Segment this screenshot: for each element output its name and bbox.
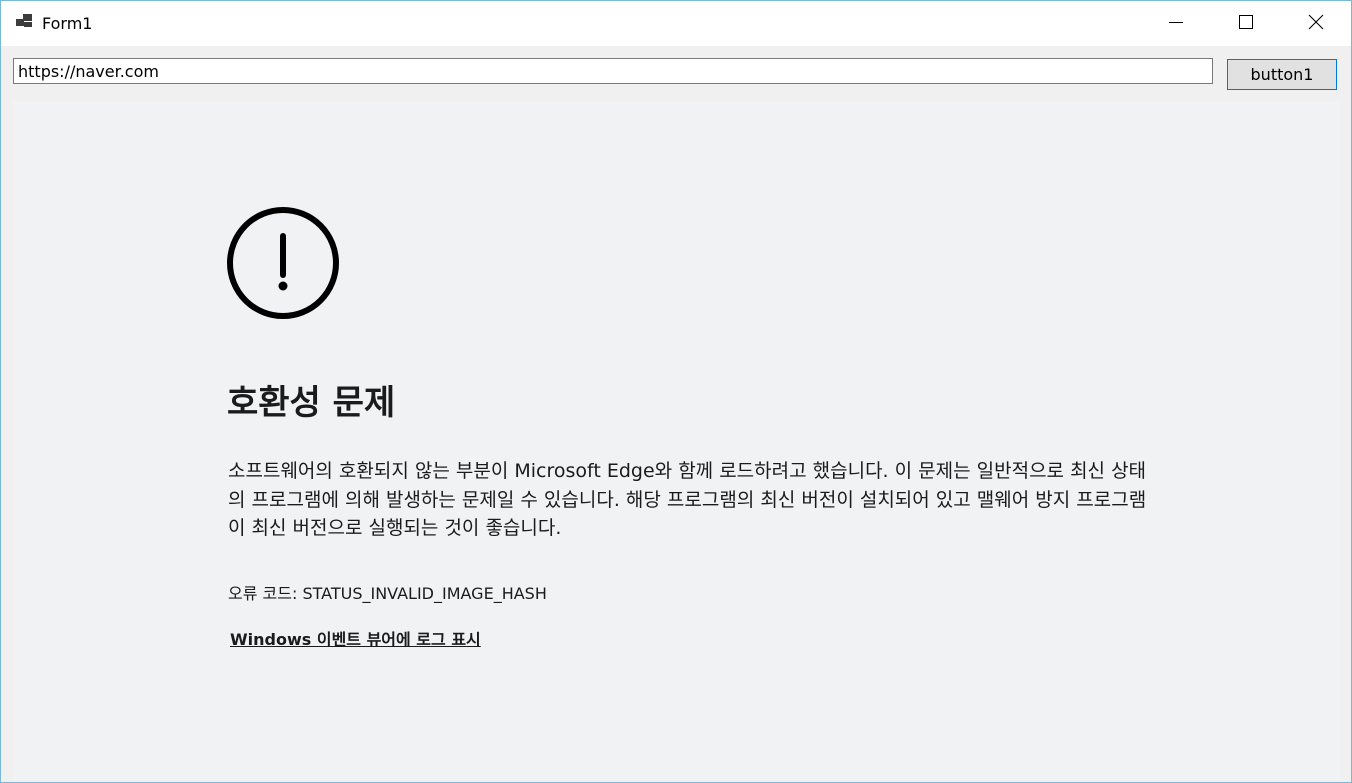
navigate-button[interactable]: button1	[1227, 59, 1337, 90]
minimize-button[interactable]	[1141, 1, 1211, 46]
minimize-icon	[1168, 14, 1184, 34]
close-icon	[1308, 14, 1324, 34]
close-button[interactable]	[1281, 1, 1351, 46]
error-code-value: STATUS_INVALID_IMAGE_HASH	[302, 584, 547, 603]
error-code-label: 오류 코드:	[228, 584, 303, 603]
window-title: Form1	[42, 14, 93, 33]
app-window: Form1 button1	[0, 0, 1352, 783]
maximize-icon	[1238, 14, 1254, 34]
url-input[interactable]	[13, 58, 1213, 84]
toolbar: button1	[1, 46, 1351, 101]
title-bar[interactable]: Form1	[1, 1, 1351, 46]
event-viewer-link[interactable]: Windows 이벤트 뷰어에 로그 표시	[230, 629, 481, 651]
app-form-icon	[16, 14, 34, 30]
webview-content: 호환성 문제 소프트웨어의 호환되지 않는 부분이 Microsoft Edge…	[13, 101, 1340, 782]
maximize-button[interactable]	[1211, 1, 1281, 46]
error-description: 소프트웨어의 호환되지 않는 부분이 Microsoft Edge와 함께 로드…	[228, 460, 1147, 539]
error-code: 오류 코드: STATUS_INVALID_IMAGE_HASH	[228, 583, 547, 605]
error-title: 호환성 문제	[227, 383, 396, 423]
exclamation-circle-icon	[226, 206, 340, 320]
